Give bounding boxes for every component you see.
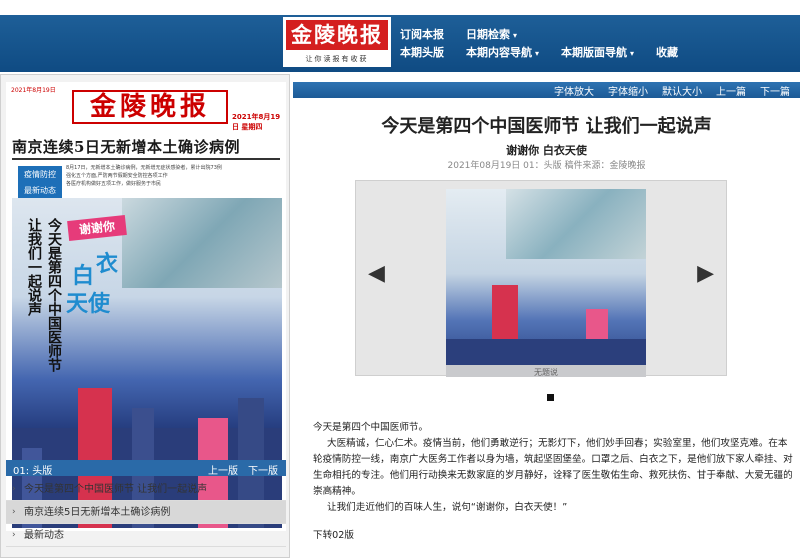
paragraph: 让我们走近他们的百味人生，说句“谢谢你，白衣天使！” [327,502,568,513]
list-item[interactable]: › 最新动态 [6,524,286,547]
vertical-title-2: 让我们一起说声 [26,218,42,316]
chevron-down-icon: ▾ [535,49,540,58]
article-meta: 2021年08月19日 01：头版 稿件来源：金陵晚报 [447,161,646,171]
nav-layout-menu[interactable]: 本期版面导航 ▾ [561,44,634,60]
bullet-3: 各医疗机构做好五项工作，做好服务于市民 [66,181,162,187]
nav-favorite-link[interactable]: 收藏 [656,44,678,60]
nav-content-menu[interactable]: 本期内容导航 ▾ [466,44,539,60]
page-pager: 01: 头版 上一版 下一版 [6,460,286,477]
epidemic-badge: 疫情防控 最新动态 [18,166,62,200]
badge-line-1: 疫情防控 [24,170,56,179]
logo-text: 金陵晚报 [286,20,388,50]
paragraph: 今天是第四个中国医师节。 [313,422,429,433]
paper-masthead: 2021年8月19日 金陵晚报 2021年8月19日 星期四 [6,82,286,131]
list-item-label: 今天是第四个中国医师节 让我们一起说声 [24,484,208,495]
prev-page-link[interactable]: 上一版 [208,462,238,477]
article-subtitle: 谢谢你 白衣天使 [506,144,587,157]
gallery-image[interactable]: 无题说 [446,189,646,377]
thanks-label: 谢谢你 [67,215,127,241]
paper-logo: 金陵晚报 [72,90,228,124]
article-panel: 字体放大 字体缩小 默认大小 上一篇 下一篇 今天是第四个中国医师节 让我们一起… [293,74,800,558]
nav-date-search-label: 日期检索 [466,28,510,41]
toolbar-links: 字体放大 字体缩小 默认大小 上一篇 下一篇 [554,83,790,98]
list-item[interactable]: › 南京连续5日无新增本土确诊病例 [6,501,286,524]
article-title: 今天是第四个中国医师节 让我们一起说声 [381,116,712,137]
pager-links: 上一版 下一版 [208,462,278,477]
nav-secondary: 本期头版 本期内容导航 ▾ 本期版面导航 ▾ 收藏 [400,44,678,60]
continued-note: 下转02版 [313,530,354,541]
chevron-down-icon: ▾ [630,49,635,58]
angel-text: 天使 [66,291,111,317]
gallery-dot[interactable] [547,394,554,401]
list-item-label: 南京连续5日无新增本土确诊病例 [24,507,171,518]
paper-date-stamp: 2021年8月19日 星期四 [232,113,281,131]
bullet-2: 强化五个方面,严防两节假期安全防控各项工作 [66,173,168,179]
paper-divider [12,158,280,160]
nav-subscribe-link[interactable]: 订阅本报 [400,26,444,42]
gallery-next-icon[interactable]: ▶ [697,261,714,286]
list-item-label: 最新动态 [24,530,64,541]
caret-right-icon: › [12,507,16,517]
paragraph: 大医精诚，仁心仁术。疫情当前，他们勇敢逆行；无影灯下，他们妙手回春；实验室里，他… [313,438,793,497]
article-body: 今天是第四个中国医师节。 大医精诚，仁心仁术。疫情当前，他们勇敢逆行；无影灯下，… [313,420,797,544]
paper-headline[interactable]: 南京连续5日无新增本土确诊病例 [12,136,284,157]
vertical-title-1: 今天是第四个中国医师节 [46,218,62,372]
bullet-1: 8月17日，无新增本土确诊病例，无新增无症状感染者，累计出院73例 [66,165,222,171]
nav-layout-label: 本期版面导航 [561,46,628,59]
caret-right-icon: › [12,484,16,494]
current-page-label: 01: 头版 [13,466,53,477]
font-larger-button[interactable]: 字体放大 [554,83,594,98]
nav-primary: 订阅本报 日期检索 ▾ [400,26,517,42]
gallery-prev-icon[interactable]: ◀ [368,261,385,286]
article-list: › 今天是第四个中国医师节 让我们一起说声 › 南京连续5日无新增本土确诊病例 › 最… [6,478,286,547]
medics-scene [122,198,282,288]
nav-content-label: 本期内容导航 [466,46,532,59]
image-gallery: ◀ ▶ 无题说 [355,180,727,377]
list-item[interactable]: › 今天是第四个中国医师节 让我们一起说声 [6,478,286,501]
site-logo[interactable]: 金陵晚报 让你读报有收获 [283,17,391,67]
prev-article-button[interactable]: 上一篇 [716,83,746,98]
nav-front-page-link[interactable]: 本期头版 [400,44,444,60]
logo-slogan: 让你读报有收获 [305,55,369,63]
coat-char: 衣 [96,251,119,277]
font-smaller-button[interactable]: 字体缩小 [608,83,648,98]
paper-bullets: 8月17日，无新增本土确诊病例，无新增无症状感染者，累计出院73例 强化五个方面… [66,164,222,188]
site-header: 金陵晚报 让你读报有收获 订阅本报 日期检索 ▾ 本期头版 本期内容导航 ▾ 本期版… [0,0,800,72]
chevron-down-icon: ▾ [513,31,518,40]
badge-line-2: 最新动态 [24,186,56,195]
next-page-link[interactable]: 下一版 [248,462,278,477]
paper-top-date: 2021年8月19日 [11,87,56,94]
next-article-button[interactable]: 下一篇 [760,83,790,98]
page-browser-panel: 2021年8月19日 金陵晚报 2021年8月19日 星期四 南京连续5日无新增… [0,74,290,558]
caret-right-icon: › [12,530,16,540]
gallery-medics [506,189,646,259]
paper-headline-text: 南京连续5日无新增本土确诊病例 [12,138,240,156]
article-toolbar: 字体放大 字体缩小 默认大小 上一篇 下一篇 [293,82,800,98]
gallery-caption: 无题说 [446,365,646,377]
nav-date-search-link[interactable]: 日期检索 ▾ [466,26,517,42]
font-default-button[interactable]: 默认大小 [662,83,702,98]
